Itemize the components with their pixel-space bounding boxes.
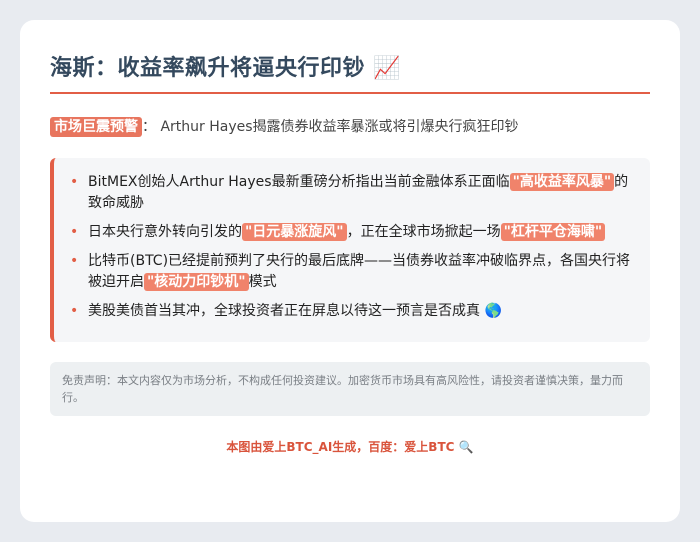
page-title: 海斯：收益率飙升将逼央行印钞 📈: [50, 20, 650, 90]
chart-increasing-icon: 📈: [373, 56, 402, 81]
key-points-list: BitMEX创始人Arthur Hayes最新重磅分析指出当前金融体系正面临"高…: [68, 172, 632, 322]
warning-text: Arthur Hayes揭露债券收益率暴涨或将引爆央行疯狂印钞: [160, 119, 519, 135]
footer-credit: 本图由爱上BTC_AI生成，百度：爱上BTC 🔍: [50, 438, 650, 455]
market-warning: 市场巨震预警： Arthur Hayes揭露债券收益率暴涨或将引爆央行疯狂印钞: [50, 116, 650, 138]
highlight-phrase: "日元暴涨旋风": [242, 223, 347, 241]
content-card: 海斯：收益率飙升将逼央行印钞 📈 市场巨震预警： Arthur Hayes揭露债…: [20, 20, 680, 522]
list-item: BitMEX创始人Arthur Hayes最新重磅分析指出当前金融体系正面临"高…: [70, 172, 632, 214]
warning-badge: 市场巨震预警: [50, 117, 142, 137]
highlight-phrase: "核动力印钞机": [144, 273, 249, 291]
point-text: BitMEX创始人Arthur Hayes最新重磅分析指出当前金融体系正面临: [88, 174, 510, 190]
point-text-end: 模式: [248, 274, 277, 290]
list-item: 比特币(BTC)已经提前预判了央行的最后底牌——当债券收益率冲破临界点，各国央行…: [70, 251, 632, 293]
globe-icon: 🌎: [484, 303, 502, 319]
highlight-phrase: "杠杆平仓海啸": [500, 223, 606, 241]
magnifier-icon: 🔍: [458, 440, 474, 454]
footer-text: 本图由爱上BTC_AI生成，百度：爱上BTC: [226, 440, 455, 454]
point-text: 美股美债首当其冲，全球投资者正在屏息以待这一预言是否成真: [88, 303, 480, 319]
list-item: 美股美债首当其冲，全球投资者正在屏息以待这一预言是否成真 🌎: [70, 301, 632, 322]
point-text-mid: ，正在全球市场掀起一场: [346, 224, 501, 240]
key-points-box: BitMEX创始人Arthur Hayes最新重磅分析指出当前金融体系正面临"高…: [50, 158, 650, 342]
highlight-phrase: "高收益率风暴": [509, 173, 615, 191]
list-item: 日本央行意外转向引发的"日元暴涨旋风"，正在全球市场掀起一场"杠杆平仓海啸": [70, 222, 632, 243]
title-text: 海斯：收益率飙升将逼央行印钞: [50, 56, 366, 81]
disclaimer: 免责声明：本文内容仅为市场分析，不构成任何投资建议。加密货币市场具有高风险性，请…: [50, 362, 650, 416]
point-text: 日本央行意外转向引发的: [88, 224, 242, 240]
warning-colon: ：: [142, 119, 156, 135]
title-divider: [50, 92, 650, 94]
